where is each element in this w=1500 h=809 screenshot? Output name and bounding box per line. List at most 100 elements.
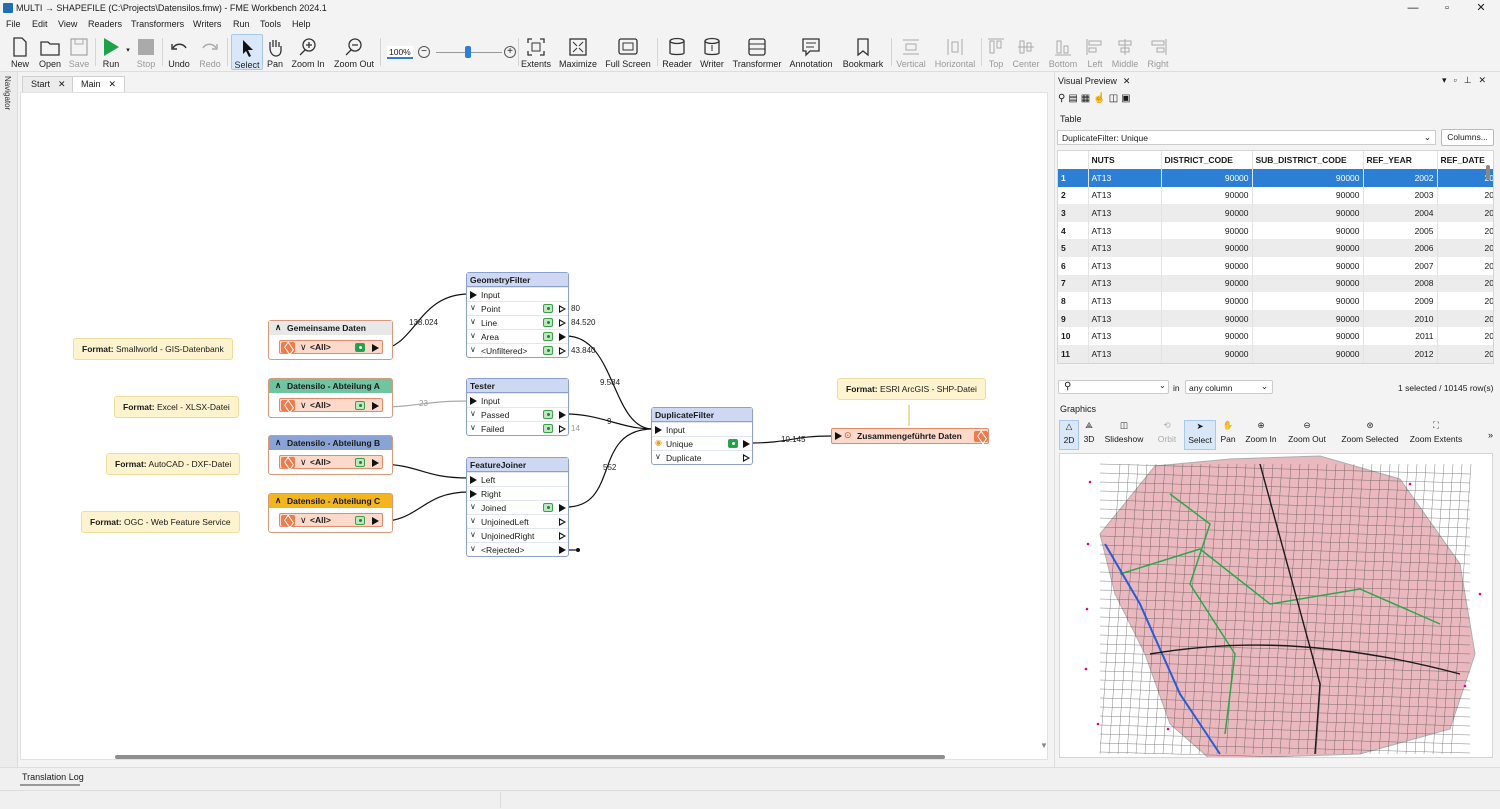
graphics-zoom-in-button[interactable]: ⊕ Zoom In <box>1242 420 1280 450</box>
align-right-button[interactable]: Right <box>1146 34 1170 70</box>
output-port-line[interactable]: ∨ Line <box>467 315 568 329</box>
chevron-down-icon[interactable]: ∨ <box>470 544 476 553</box>
workspace-canvas[interactable]: Format: Smallworld - GIS-Datenbank Forma… <box>20 92 1048 760</box>
zoom-extents-button[interactable]: ⛶ Zoom Extents <box>1407 420 1465 450</box>
row-number[interactable]: 7 <box>1058 274 1089 293</box>
cell-ref-year[interactable]: 2004 <box>1363 204 1438 222</box>
cell-sub-district-code[interactable]: 90000 <box>1252 169 1364 187</box>
output-port-icon[interactable] <box>743 440 750 448</box>
menu-writers[interactable]: Writers <box>193 19 221 29</box>
undo-button[interactable]: Undo <box>166 34 192 70</box>
cell-sub-district-code[interactable]: 90000 <box>1252 204 1364 222</box>
cell-district-code[interactable]: 90000 <box>1161 221 1253 240</box>
feature-type-port[interactable]: ∨ <All> <box>279 455 383 469</box>
pan-button[interactable]: Pan <box>264 34 286 70</box>
cell-nuts[interactable]: AT13 <box>1088 274 1162 293</box>
cell-nuts[interactable]: AT13 <box>1088 239 1162 257</box>
cell-nuts[interactable]: AT13 <box>1088 186 1162 205</box>
row-number[interactable]: 11 <box>1058 344 1089 363</box>
search-input[interactable]: ⚲ ⌄ <box>1058 380 1169 394</box>
panel-icon[interactable]: ▤ <box>1068 93 1080 104</box>
snapshot-icon[interactable]: ▣ <box>1121 93 1133 104</box>
align-top-button[interactable]: Top <box>985 34 1007 70</box>
cell-district-code[interactable]: 90000 <box>1161 274 1253 293</box>
output-port-icon[interactable] <box>559 532 566 540</box>
row-number[interactable]: 10 <box>1058 327 1089 345</box>
chevron-down-icon[interactable]: ∨ <box>470 331 476 340</box>
status-circle-icon[interactable]: ⊙ <box>844 430 852 441</box>
annotation-shp[interactable]: Format: ESRI ArcGIS - SHP-Datei <box>837 378 986 400</box>
cell-nuts[interactable]: AT13 <box>1088 327 1162 345</box>
cell-ref-date[interactable]: 20 <box>1437 239 1493 257</box>
cell-ref-date[interactable]: 20 <box>1437 327 1493 345</box>
output-port-icon[interactable] <box>559 411 566 419</box>
output-port-icon[interactable] <box>559 504 566 512</box>
menu-view[interactable]: View <box>58 19 77 29</box>
output-port-icon[interactable] <box>372 459 379 467</box>
preview-view-toolbar[interactable]: ⚲▤▦☝◫▣ <box>1058 93 1168 107</box>
input-port-left[interactable]: Left <box>467 472 568 486</box>
translation-log-tab[interactable]: Translation Log <box>22 772 84 782</box>
cell-sub-district-code[interactable]: 90000 <box>1252 292 1364 310</box>
cell-nuts[interactable]: AT13 <box>1088 344 1162 363</box>
cell-district-code[interactable]: 90000 <box>1161 344 1253 363</box>
input-port[interactable]: Input <box>467 393 568 407</box>
table-row[interactable]: 10 AT13 90000 90000 2011 20 <box>1058 327 1493 345</box>
output-port-rejected[interactable]: ∨ <Rejected> <box>467 542 568 556</box>
eye-icon[interactable] <box>543 503 553 512</box>
menu-file[interactable]: File <box>6 19 21 29</box>
chevron-down-icon[interactable]: ∨ <box>470 502 476 511</box>
align-left-button[interactable]: Left <box>1084 34 1106 70</box>
cell-ref-year[interactable]: 2012 <box>1363 344 1438 363</box>
table-row[interactable]: 11 AT13 90000 90000 2012 20 <box>1058 344 1493 363</box>
cell-ref-year[interactable]: 2011 <box>1363 327 1438 345</box>
output-port-icon[interactable] <box>559 347 566 355</box>
transformer-tester[interactable]: Tester Input ∨ Passed ∨ Failed <box>466 378 569 436</box>
output-port-icon[interactable] <box>559 319 566 327</box>
feature-type-port[interactable]: ∨ <All> <box>279 513 383 527</box>
slideshow-button[interactable]: ◫ Slideshow <box>1102 420 1146 450</box>
output-port-icon[interactable] <box>743 454 750 462</box>
output-port-unfiltered[interactable]: ∨ <Unfiltered> <box>467 343 568 357</box>
output-port-icon[interactable] <box>559 546 566 554</box>
close-icon[interactable]: ✕ <box>1123 76 1131 86</box>
row-number[interactable]: 9 <box>1058 309 1089 328</box>
preview-table[interactable]: NUTS DISTRICT_CODE SUB_DISTRICT_CODE REF… <box>1057 150 1494 364</box>
column-header-ref-year[interactable]: REF_YEAR <box>1363 151 1438 169</box>
navigator-label[interactable]: Navigator <box>3 76 12 110</box>
collapse-caret-icon[interactable]: ∧ <box>275 322 281 333</box>
chevron-down-icon[interactable]: ∨ <box>470 345 476 354</box>
graphics-zoom-out-button[interactable]: ⊖ Zoom Out <box>1285 420 1329 450</box>
transformer-duplicatefilter[interactable]: DuplicateFilter Input ◉ Unique ∨ Duplicate <box>651 407 753 465</box>
zoom-minus-icon[interactable]: − <box>418 46 430 58</box>
chevron-down-icon[interactable]: ∨ <box>300 457 307 468</box>
table-row[interactable]: 4 AT13 90000 90000 2005 20 <box>1058 221 1493 240</box>
chevron-down-icon[interactable]: ∨ <box>300 515 307 526</box>
column-header-rownum[interactable] <box>1058 151 1089 169</box>
cell-sub-district-code[interactable]: 90000 <box>1252 256 1364 275</box>
view-3d-button[interactable]: ⟁ 3D <box>1081 420 1097 450</box>
cell-ref-date[interactable]: 20 <box>1437 221 1493 240</box>
column-filter-dropdown[interactable]: any column ⌄ <box>1185 380 1273 394</box>
zoom-out-button[interactable]: Zoom Out <box>332 34 376 70</box>
column-header-nuts[interactable]: NUTS <box>1088 151 1162 169</box>
add-annotation-button[interactable]: Annotation <box>788 34 834 70</box>
cell-ref-date[interactable]: 20 <box>1437 309 1493 328</box>
output-port-point[interactable]: ∨ Point <box>467 301 568 315</box>
cell-ref-year[interactable]: 2006 <box>1363 239 1438 257</box>
add-writer-button[interactable]: Writer <box>697 34 727 70</box>
output-port-unjoinedright[interactable]: ∨ UnjoinedRight <box>467 528 568 542</box>
output-port-area[interactable]: ∨ Area <box>467 329 568 343</box>
eye-icon[interactable] <box>543 304 553 313</box>
input-port[interactable]: Input <box>652 422 752 436</box>
output-port-unjoinedleft[interactable]: ∨ UnjoinedLeft <box>467 514 568 528</box>
cell-district-code[interactable]: 90000 <box>1161 169 1253 187</box>
zoom-in-button[interactable]: Zoom In <box>290 34 326 70</box>
output-port-icon[interactable] <box>559 518 566 526</box>
chevron-down-icon[interactable]: ∨ <box>470 303 476 312</box>
feature-type-port[interactable]: ∨ <All> <box>279 398 383 412</box>
align-bottom-button[interactable]: Bottom <box>1047 34 1079 70</box>
cell-ref-year[interactable]: 2005 <box>1363 221 1438 240</box>
annotation-smallworld[interactable]: Format: Smallworld - GIS-Datenbank <box>73 338 233 360</box>
row-number[interactable]: 1 <box>1058 169 1089 187</box>
